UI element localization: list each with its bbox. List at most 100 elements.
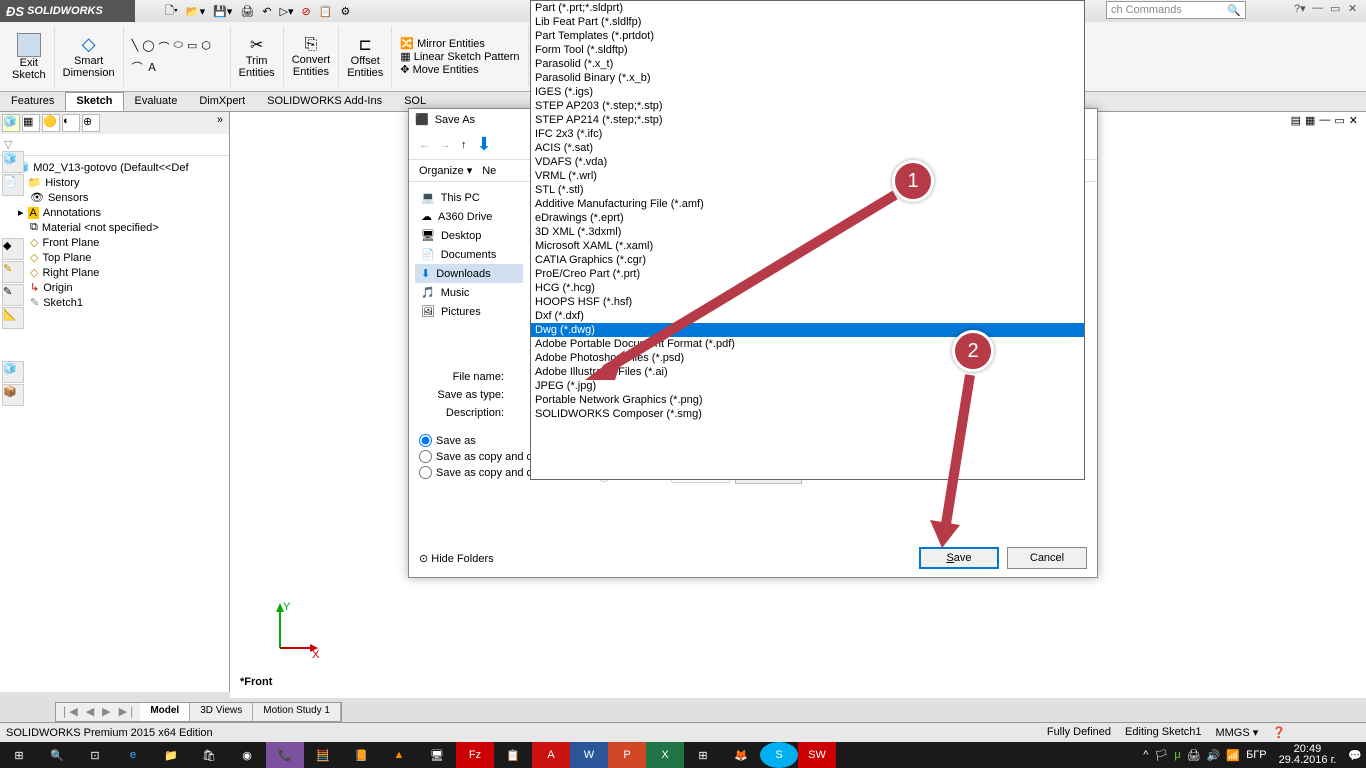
filetype-option[interactable]: Part (*.prt;*.sldprt) [531, 1, 1084, 15]
tool3-icon[interactable]: ✎ [2, 284, 24, 306]
explorer-icon[interactable]: 📁 [152, 742, 190, 768]
start-button[interactable]: ⊞ [0, 742, 38, 768]
forward-icon[interactable]: → [440, 139, 451, 151]
filetype-option[interactable]: Portable Network Graphics (*.png) [531, 393, 1084, 407]
organize-button[interactable]: Organize ▾ [419, 164, 472, 177]
filetype-option[interactable]: Part Templates (*.prtdot) [531, 29, 1084, 43]
tree-top-plane[interactable]: ◇Top Plane [4, 250, 225, 265]
filetype-option[interactable]: Lib Feat Part (*.sldlfp) [531, 15, 1084, 29]
filetype-option[interactable]: VRML (*.wrl) [531, 169, 1084, 183]
tray-flag-icon[interactable]: 🏳 [1154, 749, 1168, 762]
nav-prev-icon[interactable]: ◀ [82, 703, 98, 721]
tool2-icon[interactable]: ✎ [2, 261, 24, 283]
tree-material[interactable]: ⧉Material <not specified> [4, 220, 225, 235]
tree-sensors[interactable]: 👁Sensors [4, 190, 225, 205]
filetype-option[interactable]: Parasolid Binary (*.x_b) [531, 71, 1084, 85]
tray-lang[interactable]: БГР [1246, 749, 1267, 761]
tray-clock[interactable]: 20:4929.4.2016 г. [1273, 744, 1343, 766]
sidebar-documents[interactable]: 📄Documents [415, 245, 523, 264]
nav-next-icon[interactable]: ▶ [98, 703, 114, 721]
app2-icon[interactable]: 🖥 [418, 742, 456, 768]
rebuild-icon[interactable]: ⊘ [302, 5, 311, 18]
tab-3dviews[interactable]: 3D Views [190, 703, 253, 721]
filezilla-icon[interactable]: Fz [456, 742, 494, 768]
offset-entities-button[interactable]: ⊏Offset Entities [339, 26, 392, 87]
nav-last-icon[interactable]: ▶❘ [115, 703, 141, 721]
tray-net-icon[interactable]: 📶 [1226, 749, 1240, 762]
smart-dimension-button[interactable]: ◇ Smart Dimension [55, 26, 124, 87]
excel-icon[interactable]: X [646, 742, 684, 768]
filetype-option[interactable]: VDAFS (*.vda) [531, 155, 1084, 169]
calc-icon[interactable]: 🧮 [304, 742, 342, 768]
vp-icon2[interactable]: ▦ [1305, 114, 1315, 127]
vp-close-icon[interactable]: ✕ [1349, 114, 1358, 127]
filetype-option[interactable]: Form Tool (*.sldftp) [531, 43, 1084, 57]
sidebar-thispc[interactable]: 💻This PC [415, 188, 523, 207]
powerpoint-icon[interactable]: P [608, 742, 646, 768]
tray-utorrent-icon[interactable]: μ [1174, 749, 1180, 761]
tree-right-plane[interactable]: ◇Right Plane [4, 265, 225, 280]
search-commands-input[interactable]: ch Commands🔍 [1106, 1, 1246, 19]
sidebar-music[interactable]: 🎵Music [415, 283, 523, 302]
search-taskbar-icon[interactable]: 🔍 [38, 742, 76, 768]
vp-icon1[interactable]: ▤ [1291, 114, 1301, 127]
filetype-option[interactable]: STEP AP214 (*.step;*.stp) [531, 113, 1084, 127]
app4-icon[interactable]: ⊞ [684, 742, 722, 768]
autocad-icon[interactable]: A [532, 742, 570, 768]
linear-pattern-button[interactable]: ▦ Linear Sketch Pattern [400, 50, 519, 63]
back-icon[interactable]: ← [419, 139, 430, 151]
tab-sketch[interactable]: Sketch [65, 92, 123, 111]
tab-evaluate[interactable]: Evaluate [124, 92, 189, 111]
word-icon[interactable]: W [570, 742, 608, 768]
tree-tab-3[interactable]: 🟡 [42, 114, 60, 132]
filetype-option[interactable]: STEP AP203 (*.step;*.stp) [531, 99, 1084, 113]
edge-icon[interactable]: e [114, 742, 152, 768]
store-icon[interactable]: 🛍 [190, 742, 228, 768]
cancel-button[interactable]: Cancel [1007, 547, 1087, 569]
status-units[interactable]: MMGS ▾ [1215, 726, 1258, 739]
options-icon[interactable]: 📋 [319, 5, 333, 18]
help-icon[interactable]: ?▾ [1294, 2, 1308, 16]
print-icon[interactable]: 🖨 [240, 5, 254, 18]
status-help-icon[interactable]: ❓ [1272, 726, 1286, 739]
chrome-icon[interactable]: ◉ [228, 742, 266, 768]
tool5-icon[interactable]: 🧊 [2, 361, 24, 383]
minimize-icon[interactable]: — [1312, 2, 1326, 16]
maximize-icon[interactable]: ▭ [1330, 2, 1344, 16]
new-folder-button[interactable]: Ne [482, 165, 496, 177]
nav-first-icon[interactable]: ❘◀ [56, 703, 82, 721]
tab-model[interactable]: Model [140, 703, 190, 721]
tab-features[interactable]: Features [0, 92, 65, 111]
tree-tab-1[interactable]: 🧊 [2, 114, 20, 132]
new-icon[interactable]: 🗋▾ [165, 2, 178, 21]
filetype-option[interactable]: IFC 2x3 (*.ifc) [531, 127, 1084, 141]
skype-icon[interactable]: S [760, 742, 798, 768]
tray-notif-icon[interactable]: 💬 [1348, 749, 1362, 762]
undo-icon[interactable]: ↶ [262, 5, 271, 18]
sidebar-downloads[interactable]: ⬇Downloads [415, 264, 523, 283]
app3-icon[interactable]: 📋 [494, 742, 532, 768]
filetype-option[interactable]: ACIS (*.sat) [531, 141, 1084, 155]
cube-icon[interactable]: 🧊 [2, 151, 24, 173]
down-arrow-icon[interactable]: ⬇ [477, 134, 492, 155]
filetype-option[interactable]: SOLIDWORKS Composer (*.smg) [531, 407, 1084, 421]
sidebar-pictures[interactable]: 🖼Pictures [415, 302, 523, 321]
sidebar-a360[interactable]: ☁A360 Drive [415, 207, 523, 226]
tab-motion[interactable]: Motion Study 1 [253, 703, 341, 721]
tab-dimxpert[interactable]: DimXpert [188, 92, 256, 111]
tree-tab-2[interactable]: ▦ [22, 114, 40, 132]
tree-tab-4[interactable]: ◐ [62, 114, 80, 132]
sidebar-desktop[interactable]: 🖥Desktop [415, 226, 523, 245]
vp-max-icon[interactable]: ▭ [1334, 114, 1344, 127]
vp-min-icon[interactable]: — [1319, 114, 1330, 127]
app1-icon[interactable]: 📙 [342, 742, 380, 768]
tool1-icon[interactable]: ◆ [2, 238, 24, 260]
save-button[interactable]: Save [919, 547, 999, 569]
settings-icon[interactable]: ⚙ [340, 5, 350, 18]
vlc-icon[interactable]: ▲ [380, 742, 418, 768]
select-icon[interactable]: ▷▾ [280, 5, 294, 18]
app5-icon[interactable]: 🦊 [722, 742, 760, 768]
exit-sketch-button[interactable]: Exit Sketch [4, 26, 55, 87]
open-icon[interactable]: 📂▾ [186, 5, 205, 18]
tree-front-plane[interactable]: ◇Front Plane [4, 235, 225, 250]
